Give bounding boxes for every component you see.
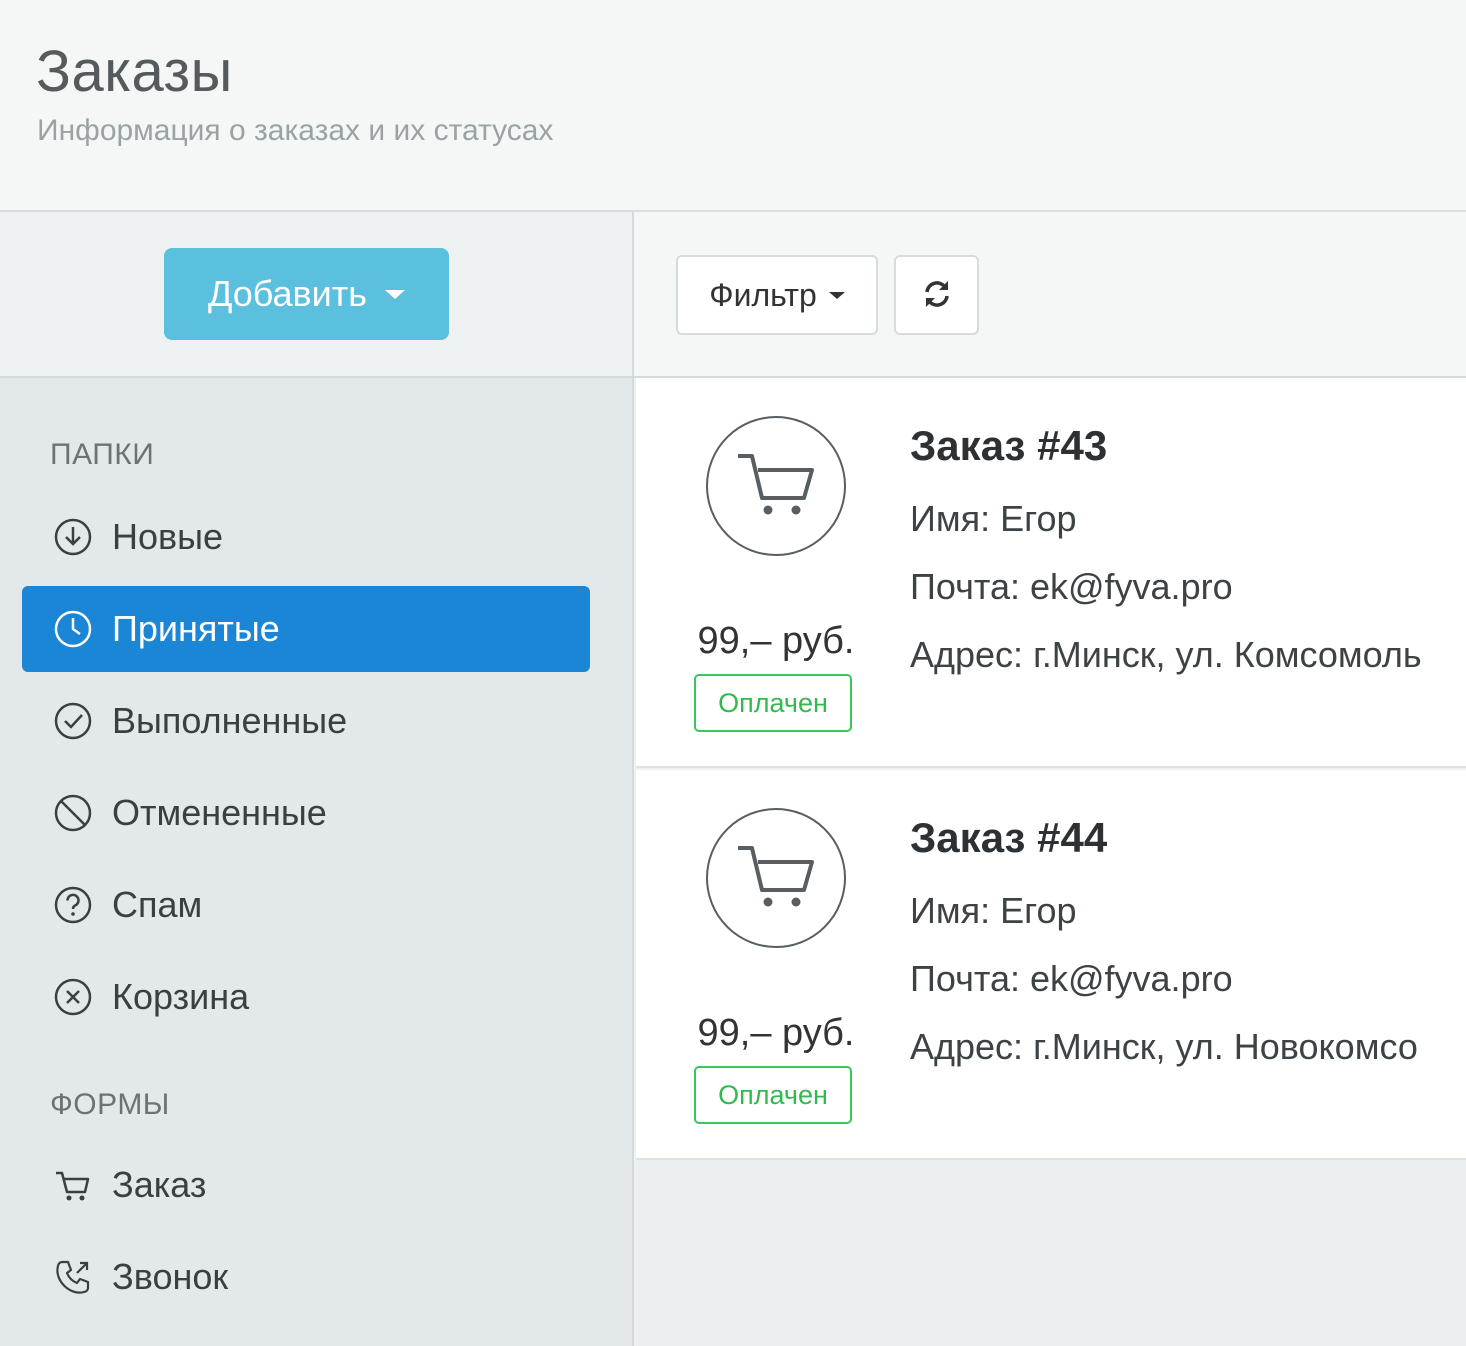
phone-icon bbox=[52, 1256, 94, 1298]
status-badge: Оплачен bbox=[694, 1066, 852, 1124]
sidebar-top: Добавить bbox=[0, 212, 632, 378]
sidebar-item-cancelled[interactable]: Отмененные bbox=[22, 770, 590, 856]
x-circle-icon bbox=[52, 976, 94, 1018]
ban-icon bbox=[52, 792, 94, 834]
refresh-button[interactable] bbox=[894, 255, 979, 335]
sidebar-item-accepted[interactable]: Принятые bbox=[22, 586, 590, 672]
order-email: Почта: ek@fyva.pro bbox=[910, 958, 1233, 999]
order-price: 99,– руб. bbox=[697, 620, 855, 662]
order-card[interactable]: 99,– руб. Оплачен Заказ #43 Имя: Егор По… bbox=[636, 378, 1466, 768]
clock-icon bbox=[52, 608, 94, 650]
status-badge: Оплачен bbox=[694, 674, 852, 732]
sidebar-item-trash[interactable]: Корзина bbox=[22, 954, 590, 1040]
order-title[interactable]: Заказ #43 bbox=[910, 422, 1107, 470]
empty-area bbox=[636, 1160, 1466, 1346]
refresh-icon bbox=[921, 278, 953, 313]
sidebar-item-order-form[interactable]: Заказ bbox=[22, 1142, 590, 1228]
cart-icon bbox=[734, 834, 818, 923]
toolbar: Фильтр bbox=[634, 212, 1466, 378]
chevron-down-icon bbox=[828, 291, 845, 299]
main-content: Фильтр 99,– руб. Оплачен Заказ #43 Имя: … bbox=[634, 212, 1466, 1346]
forms-header: ФОРМЫ bbox=[50, 1088, 170, 1121]
order-email: Почта: ek@fyva.pro bbox=[910, 566, 1233, 607]
add-button[interactable]: Добавить bbox=[164, 248, 449, 340]
cart-icon bbox=[52, 1164, 94, 1206]
sidebar-item-label: Принятые bbox=[112, 608, 280, 649]
sidebar-item-label: Заказ bbox=[112, 1164, 207, 1205]
sidebar: Добавить ПАПКИ Новые Принятые Выполненны… bbox=[0, 212, 634, 1346]
cart-icon bbox=[734, 442, 818, 531]
question-circle-icon bbox=[52, 884, 94, 926]
sidebar-item-label: Звонок bbox=[112, 1256, 229, 1297]
sidebar-item-label: Выполненные bbox=[112, 700, 348, 741]
arrow-down-circle-icon bbox=[52, 516, 94, 558]
page-header: Заказы Информация о заказах и их статуса… bbox=[0, 0, 1466, 212]
sidebar-item-label: Корзина bbox=[112, 976, 250, 1017]
sidebar-item-call-form[interactable]: Звонок bbox=[22, 1234, 590, 1320]
sidebar-item-label: Спам bbox=[112, 884, 203, 925]
sidebar-item-label: Отмененные bbox=[112, 792, 327, 833]
order-card[interactable]: 99,– руб. Оплачен Заказ #44 Имя: Егор По… bbox=[636, 770, 1466, 1160]
order-avatar bbox=[706, 416, 846, 556]
filter-button[interactable]: Фильтр bbox=[676, 255, 878, 335]
sidebar-item-label: Новые bbox=[112, 516, 224, 557]
folders-header: ПАПКИ bbox=[50, 438, 155, 471]
sidebar-item-completed[interactable]: Выполненные bbox=[22, 678, 590, 764]
order-address: Адрес: г.Минск, ул. Комсомоль bbox=[910, 634, 1422, 675]
order-customer-name: Имя: Егор bbox=[910, 890, 1077, 931]
order-avatar bbox=[706, 808, 846, 948]
page-subtitle: Информация о заказах и их статусах bbox=[37, 114, 554, 147]
order-customer-name: Имя: Егор bbox=[910, 498, 1077, 539]
sidebar-item-new[interactable]: Новые bbox=[22, 494, 590, 580]
chevron-down-icon bbox=[385, 289, 406, 299]
page-title: Заказы bbox=[36, 39, 233, 104]
filter-button-label: Фильтр bbox=[709, 276, 817, 313]
order-title[interactable]: Заказ #44 bbox=[910, 814, 1107, 862]
sidebar-item-spam[interactable]: Спам bbox=[22, 862, 590, 948]
order-address: Адрес: г.Минск, ул. Новокомсо bbox=[910, 1026, 1418, 1067]
check-circle-icon bbox=[52, 700, 94, 742]
order-price: 99,– руб. bbox=[697, 1012, 855, 1054]
add-button-label: Добавить bbox=[207, 273, 368, 314]
